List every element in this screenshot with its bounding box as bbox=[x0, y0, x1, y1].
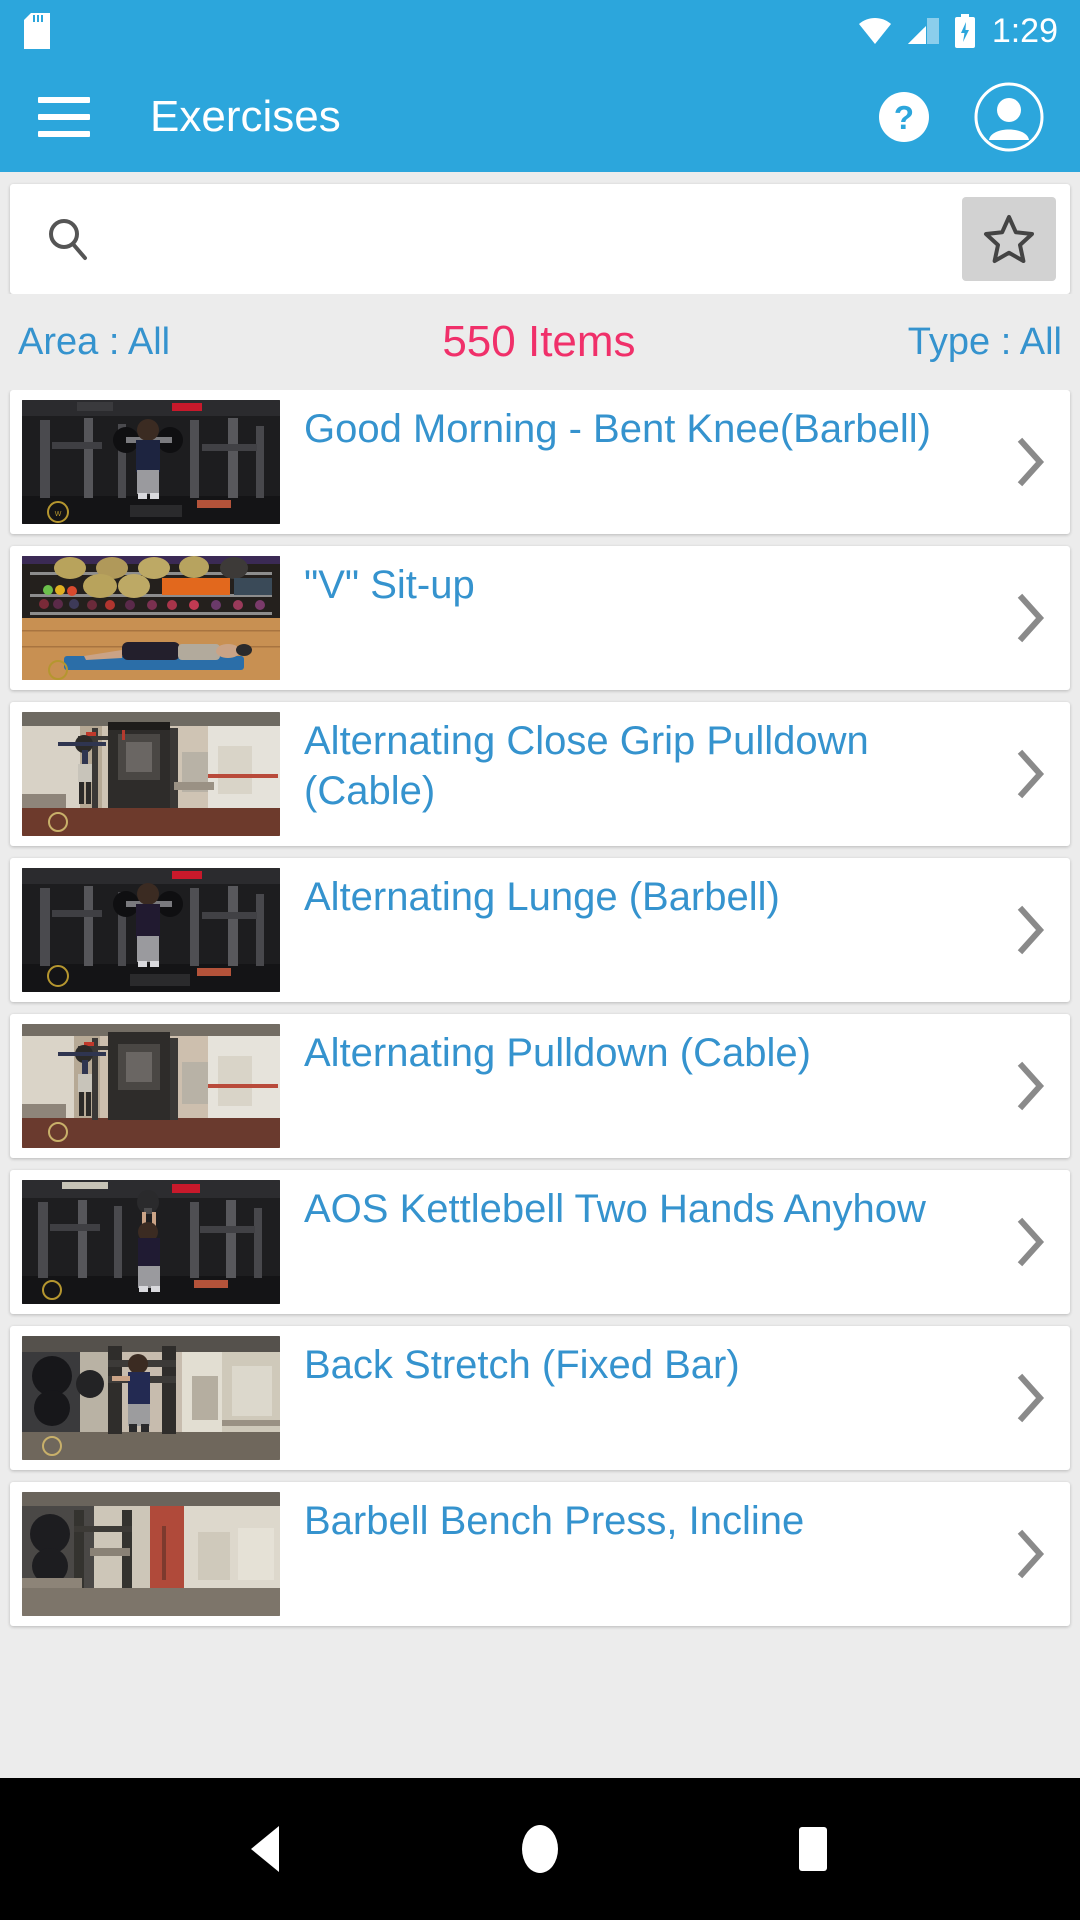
exercise-name: Back Stretch (Fixed Bar) bbox=[304, 1343, 740, 1387]
home-button[interactable] bbox=[490, 1799, 590, 1899]
exercise-name: "V" Sit-up bbox=[304, 563, 475, 607]
exercise-thumbnail: W bbox=[22, 400, 280, 524]
exercise-thumbnail bbox=[22, 868, 280, 992]
home-circle-icon bbox=[521, 1825, 558, 1873]
hamburger-line bbox=[38, 97, 90, 103]
gym-cable-machine-bright-image bbox=[22, 1024, 280, 1148]
chevron-right-icon bbox=[1017, 1373, 1045, 1423]
back-button[interactable] bbox=[217, 1799, 317, 1899]
signal-icon bbox=[907, 18, 939, 44]
favorites-filter-button[interactable] bbox=[962, 197, 1056, 281]
search-icon[interactable] bbox=[44, 215, 92, 263]
app-bar-actions: ? bbox=[876, 80, 1046, 154]
area-filter[interactable]: Area : All bbox=[18, 321, 170, 363]
gym-barbell-front-squat-image bbox=[22, 868, 280, 992]
exercise-thumbnail bbox=[22, 1336, 280, 1460]
chevron-container[interactable] bbox=[992, 868, 1070, 992]
chevron-container[interactable] bbox=[992, 400, 1070, 524]
list-item[interactable]: Back Stretch (Fixed Bar) bbox=[10, 1326, 1070, 1470]
recents-button[interactable] bbox=[763, 1799, 863, 1899]
chevron-right-icon bbox=[1017, 905, 1045, 955]
app-bar: Exercises ? bbox=[0, 62, 1080, 172]
gym-incline-bench-image bbox=[22, 1492, 280, 1616]
page-title: Exercises bbox=[150, 92, 341, 141]
chevron-container[interactable] bbox=[992, 1492, 1070, 1616]
exercise-list[interactable]: W Good Morning - Bent Knee(Barbell) "V" … bbox=[0, 390, 1080, 1920]
type-filter[interactable]: Type : All bbox=[908, 321, 1062, 363]
chevron-container[interactable] bbox=[992, 712, 1070, 836]
filter-row: Area : All 550 Items Type : All bbox=[0, 294, 1080, 390]
exercise-name: Alternating Pulldown (Cable) bbox=[304, 1031, 811, 1075]
chevron-right-icon bbox=[1017, 1529, 1045, 1579]
hamburger-line bbox=[38, 114, 90, 120]
exercise-thumbnail bbox=[22, 712, 280, 836]
gym-barbell-front-squat-image: W bbox=[22, 400, 280, 524]
app-screen: 1:29 Exercises ? Area: All 550 Items Ty… bbox=[0, 0, 1080, 1920]
sdcard-icon bbox=[24, 13, 50, 49]
item-count: 550 Items bbox=[442, 317, 636, 366]
search-section bbox=[0, 172, 1080, 294]
android-navigation-bar bbox=[0, 1778, 1080, 1920]
exercise-name: Good Morning - Bent Knee(Barbell) bbox=[304, 407, 931, 451]
exercise-thumbnail bbox=[22, 1024, 280, 1148]
gym-kettlebell-overhead-image bbox=[22, 1180, 280, 1304]
status-bar-right: 1:29 bbox=[858, 14, 1058, 48]
chevron-right-icon bbox=[1017, 593, 1045, 643]
chevron-container[interactable] bbox=[992, 1024, 1070, 1148]
profile-avatar-icon[interactable] bbox=[972, 80, 1046, 154]
chevron-container[interactable] bbox=[992, 556, 1070, 680]
exercise-name: AOS Kettlebell Two Hands Anyhow bbox=[304, 1187, 926, 1231]
list-item[interactable]: Barbell Bench Press, Incline bbox=[10, 1482, 1070, 1626]
exercise-thumbnail bbox=[22, 556, 280, 680]
list-item[interactable]: Alternating Lunge (Barbell) bbox=[10, 858, 1070, 1002]
search-input[interactable] bbox=[92, 184, 962, 294]
chevron-container[interactable] bbox=[992, 1180, 1070, 1304]
chevron-right-icon bbox=[1017, 1061, 1045, 1111]
recents-square-icon bbox=[799, 1827, 828, 1871]
list-item[interactable]: W Good Morning - Bent Knee(Barbell) bbox=[10, 390, 1070, 534]
svg-text:W: W bbox=[55, 511, 62, 518]
battery-charging-icon bbox=[954, 14, 975, 48]
status-bar-clock: 1:29 bbox=[991, 12, 1058, 50]
back-triangle-icon bbox=[250, 1826, 279, 1872]
hamburger-line bbox=[38, 131, 90, 137]
wifi-icon bbox=[858, 18, 891, 44]
exercise-name: Alternating Close Grip Pulldown (Cable) bbox=[304, 719, 869, 813]
gym-floor-exercise-balls-image bbox=[22, 556, 280, 680]
search-bar bbox=[10, 184, 1070, 294]
status-bar: 1:29 bbox=[0, 0, 1080, 62]
exercise-thumbnail bbox=[22, 1180, 280, 1304]
hamburger-menu-icon[interactable] bbox=[38, 97, 90, 137]
chevron-right-icon bbox=[1017, 749, 1045, 799]
exercise-name: Barbell Bench Press, Incline bbox=[304, 1499, 805, 1543]
list-item[interactable]: Alternating Close Grip Pulldown (Cable) bbox=[10, 702, 1070, 846]
gym-cable-machine-bright-image bbox=[22, 712, 280, 836]
status-bar-left bbox=[24, 13, 50, 49]
gym-fixed-bar-stretch-image bbox=[22, 1336, 280, 1460]
list-item[interactable]: Alternating Pulldown (Cable) bbox=[10, 1014, 1070, 1158]
exercise-name: Alternating Lunge (Barbell) bbox=[304, 875, 780, 919]
list-item[interactable]: "V" Sit-up bbox=[10, 546, 1070, 690]
exercise-thumbnail bbox=[22, 1492, 280, 1616]
svg-text:?: ? bbox=[894, 99, 914, 136]
chevron-right-icon bbox=[1017, 437, 1045, 487]
star-outline-icon bbox=[984, 215, 1034, 263]
list-item[interactable]: AOS Kettlebell Two Hands Anyhow bbox=[10, 1170, 1070, 1314]
chevron-right-icon bbox=[1017, 1217, 1045, 1267]
chevron-container[interactable] bbox=[992, 1336, 1070, 1460]
help-icon[interactable]: ? bbox=[876, 89, 932, 145]
